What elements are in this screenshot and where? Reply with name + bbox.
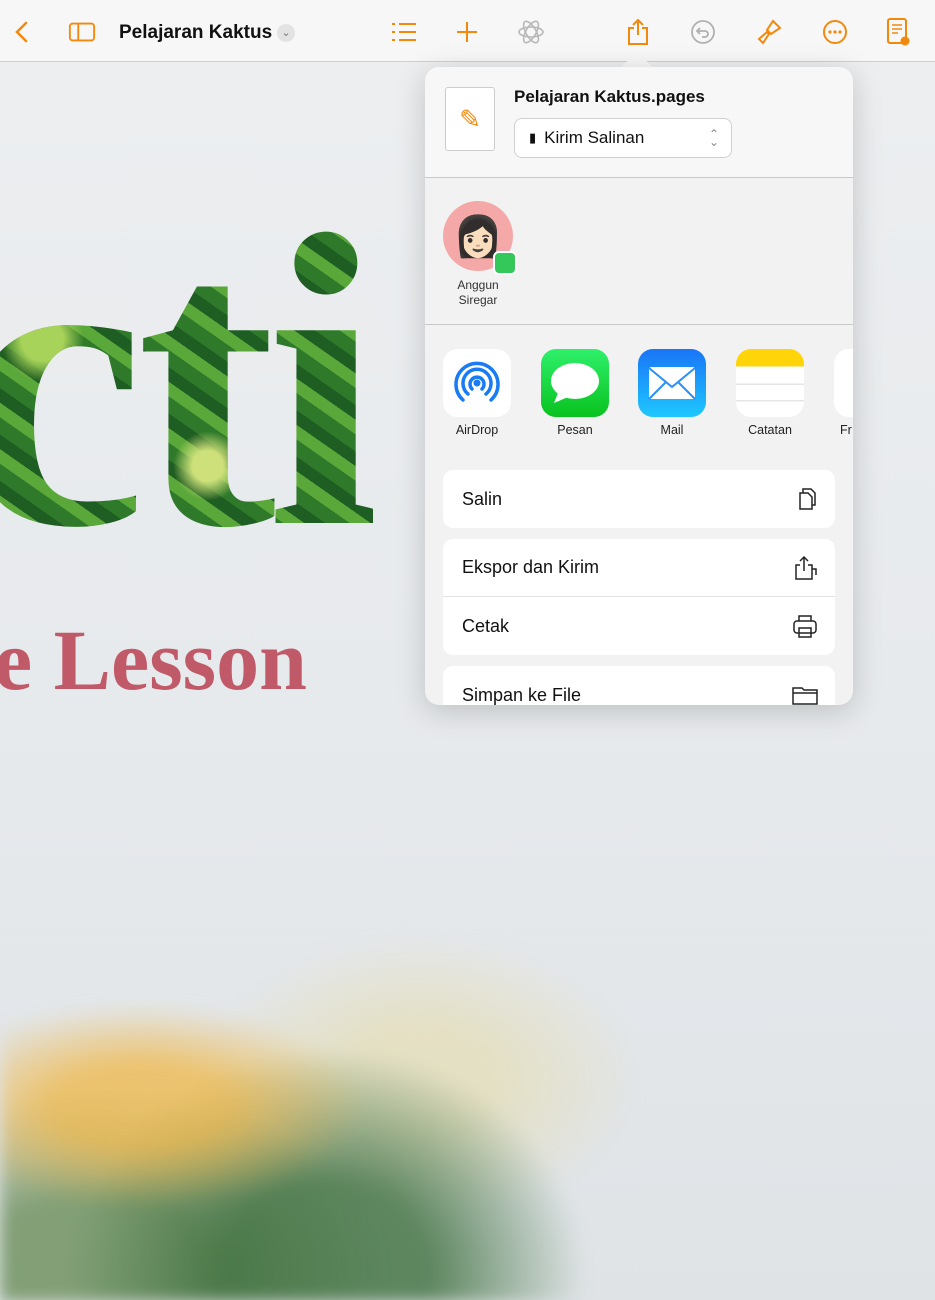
action-export-send[interactable]: Ekspor dan Kirim bbox=[443, 539, 835, 597]
mail-icon bbox=[638, 349, 706, 417]
chevron-updown-icon: ⌃ ⌄ bbox=[708, 127, 719, 149]
cactus-photo bbox=[0, 742, 935, 1300]
document-title[interactable]: Pelajaran Kaktus bbox=[119, 22, 272, 44]
file-name: Pelajaran Kaktus.pages bbox=[514, 87, 705, 106]
share-icon[interactable] bbox=[624, 18, 652, 46]
app-airdrop[interactable]: AirDrop bbox=[443, 349, 511, 437]
action-copy[interactable]: Salin bbox=[443, 470, 835, 528]
printer-icon bbox=[793, 615, 817, 638]
reader-icon[interactable] bbox=[884, 18, 912, 46]
sidebar-icon[interactable] bbox=[68, 18, 96, 46]
copy-icon bbox=[799, 488, 816, 510]
app-messages[interactable]: Pesan bbox=[541, 349, 609, 437]
share-sheet: ✎ Pelajaran Kaktus.pages ▮ Kirim Salinan ⌃… bbox=[425, 67, 853, 705]
app-notes[interactable]: Catatan bbox=[736, 349, 804, 437]
messages-badge-icon bbox=[493, 251, 517, 275]
messages-icon bbox=[541, 349, 609, 417]
more-icon[interactable] bbox=[821, 18, 849, 46]
send-option-select[interactable]: ▮ Kirim Salinan ⌃ ⌄ bbox=[514, 118, 732, 158]
freeform-icon bbox=[834, 349, 853, 417]
app-freeform[interactable]: Fr bbox=[834, 349, 853, 437]
export-icon bbox=[795, 555, 817, 580]
subtitle-text: e Lesson bbox=[0, 612, 307, 708]
app-mail[interactable]: Mail bbox=[638, 349, 706, 437]
action-group-2: Ekspor dan Kirim Cetak bbox=[443, 539, 835, 655]
document-icon: ▮ bbox=[529, 130, 537, 145]
people-row: 👩🏻 Anggun Siregar bbox=[425, 178, 853, 325]
animate-icon[interactable] bbox=[517, 18, 545, 46]
airdrop-icon bbox=[443, 349, 511, 417]
plus-icon[interactable] bbox=[453, 18, 481, 46]
toolbar: Pelajaran Kaktus ⌄ bbox=[0, 0, 935, 62]
notes-icon bbox=[736, 349, 804, 417]
action-group-1: Salin bbox=[443, 470, 835, 528]
person-name: Anggun Siregar bbox=[457, 278, 499, 307]
list-icon[interactable] bbox=[390, 18, 418, 46]
chevron-left-icon[interactable] bbox=[8, 18, 36, 46]
paintbrush-icon[interactable] bbox=[755, 18, 783, 46]
action-group-3: Simpan ke File bbox=[443, 666, 835, 705]
title-image-text: cti bbox=[0, 172, 373, 592]
folder-icon bbox=[792, 687, 818, 705]
action-print[interactable]: Cetak bbox=[443, 597, 835, 655]
share-header: ✎ Pelajaran Kaktus.pages ▮ Kirim Salinan ⌃… bbox=[425, 67, 853, 178]
pages-document-icon: ✎ bbox=[445, 87, 495, 151]
action-save-to-files[interactable]: Simpan ke File bbox=[443, 666, 835, 705]
apps-row: AirDrop Pesan Mail Catatan Fr bbox=[425, 325, 853, 470]
send-option-value: Kirim Salinan bbox=[544, 128, 645, 147]
undo-icon[interactable] bbox=[689, 18, 717, 46]
chevron-down-icon[interactable]: ⌄ bbox=[277, 24, 295, 42]
